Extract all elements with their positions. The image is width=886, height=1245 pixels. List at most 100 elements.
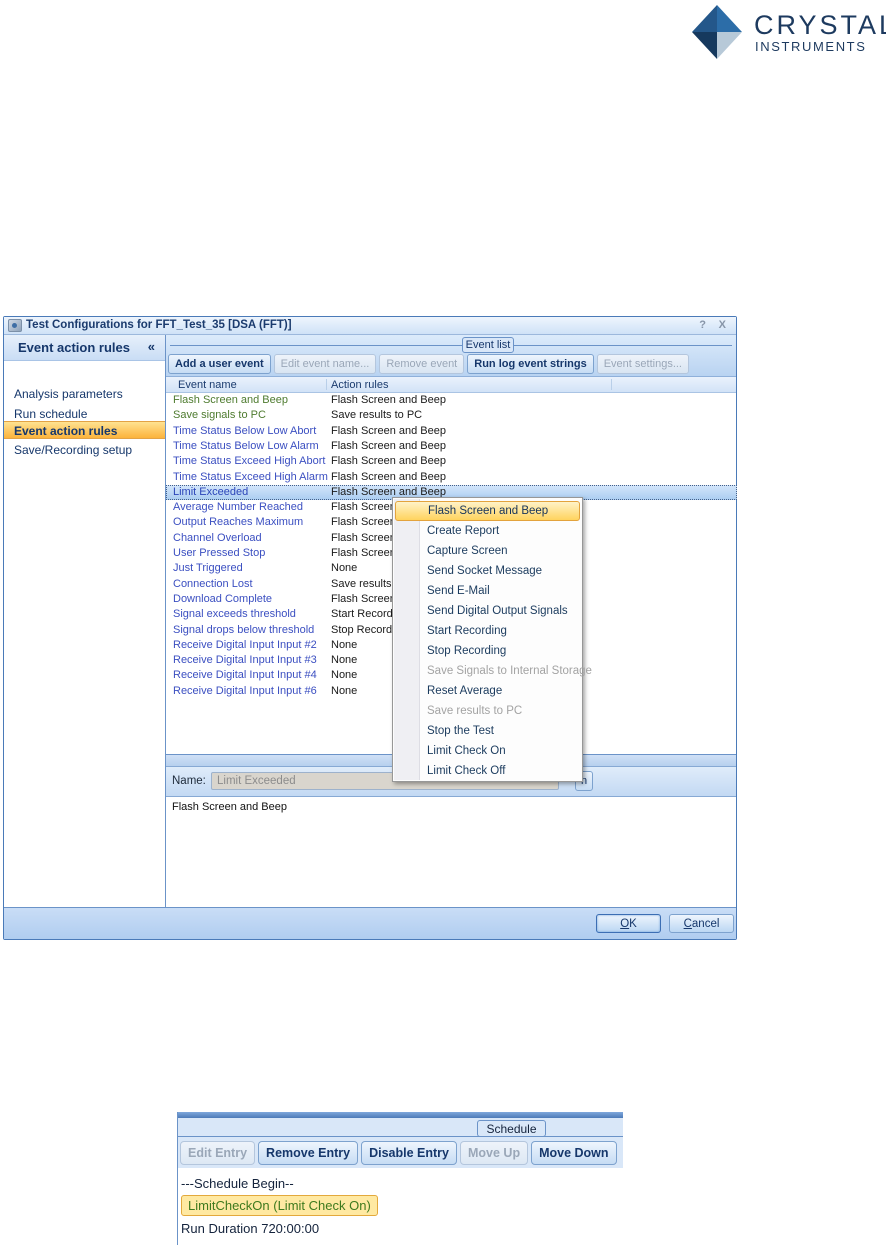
dialog-footer: OK Cancel bbox=[4, 907, 736, 939]
action-rule: Flash Screen and Beep bbox=[331, 424, 446, 437]
event-name: Receive Digital Input Input #4 bbox=[173, 669, 317, 682]
menu-item-limit-check-off[interactable]: Limit Check Off bbox=[395, 761, 580, 781]
column-event-name[interactable]: Event name bbox=[178, 379, 237, 391]
event-name: Flash Screen and Beep bbox=[173, 394, 288, 406]
event-name: Signal exceeds threshold bbox=[173, 608, 296, 621]
action-rule: Flash Screen and Beep bbox=[331, 455, 446, 468]
menu-item-limit-check-on[interactable]: Limit Check On bbox=[395, 741, 580, 761]
event-name: Output Reaches Maximum bbox=[173, 516, 304, 529]
event-name: Signal drops below threshold bbox=[173, 623, 315, 636]
run-log-event-strings-button[interactable]: Run log event strings bbox=[467, 354, 594, 374]
column-action-rules[interactable]: Action rules bbox=[331, 379, 388, 391]
collapse-chevron-icon[interactable]: « bbox=[148, 339, 155, 354]
action-rule: None bbox=[331, 562, 358, 575]
event-name: Average Number Reached bbox=[173, 501, 304, 514]
action-rule: None bbox=[331, 638, 358, 651]
event-name: Receive Digital Input Input #6 bbox=[173, 684, 317, 697]
move-up-button[interactable]: Move Up bbox=[460, 1141, 529, 1165]
event-name: Time Status Below Low Abort bbox=[173, 424, 317, 437]
add-a-user-event-button[interactable]: Add a user event bbox=[168, 354, 271, 374]
menu-item-flash-screen-and-beep[interactable]: Flash Screen and Beep bbox=[395, 501, 580, 521]
column-divider bbox=[611, 379, 612, 390]
event-row-flash-screen-and-beep[interactable]: Flash Screen and Beep Flash Screen and Be… bbox=[166, 393, 737, 408]
event-name: Channel Overload bbox=[173, 531, 262, 544]
event-name: Limit Exceeded bbox=[173, 485, 249, 498]
menu-item-send-socket-message[interactable]: Send Socket Message bbox=[395, 561, 580, 581]
schedule-panel: Schedule Edit Entry Remove Entry Disable E… bbox=[177, 1112, 623, 1245]
event-row-time-status-below-low-alarm[interactable]: Time Status Below Low Alarm Flash Screen … bbox=[166, 439, 737, 454]
menu-item-save-signals-to-internal-storage: Save Signals to Internal Storage bbox=[427, 665, 592, 677]
event-name: Time Status Exceed High Alarm bbox=[173, 470, 328, 483]
event-row-save-signals-to-pc[interactable]: Save signals to PC Save results to PC bbox=[166, 408, 737, 423]
action-rule: None bbox=[331, 654, 358, 667]
schedule-entry-run-duration-720-00-00[interactable]: Run Duration 720:00:00 bbox=[181, 1218, 623, 1239]
sidebar-item-save-recording-setup[interactable]: Save/Recording setup bbox=[4, 441, 165, 459]
close-button[interactable]: X bbox=[719, 319, 726, 331]
menu-item-capture-screen[interactable]: Capture Screen bbox=[395, 541, 580, 561]
event-list-group-label: Event list bbox=[462, 337, 514, 353]
brand-name: CRYSTAL bbox=[754, 10, 886, 40]
schedule-entry-schedule-begin[interactable]: ---Schedule Begin-- bbox=[181, 1173, 623, 1194]
event-name: User Pressed Stop bbox=[173, 547, 266, 559]
action-description-text: Flash Screen and Beep bbox=[172, 801, 287, 813]
dialog-titlebar[interactable]: Test Configurations for FFT_Test_35 [DSA… bbox=[4, 317, 736, 335]
action-rule: Save results to PC bbox=[331, 409, 423, 422]
sidebar-item-event-action-rules[interactable]: Event action rules bbox=[4, 421, 165, 439]
event-row-time-status-exceed-high-abort[interactable]: Time Status Exceed High Abort Flash Scree… bbox=[166, 454, 737, 469]
disable-entry-button[interactable]: Disable Entry bbox=[361, 1141, 457, 1165]
schedule-entry-limitcheckon-limit-check-on[interactable]: LimitCheckOn (Limit Check On) bbox=[181, 1195, 378, 1216]
crystal-instruments-logo: CRYSTAL INSTRUMENTS bbox=[688, 2, 886, 60]
sidebar-header-label: Event action rules bbox=[18, 340, 130, 355]
dialog-icon bbox=[8, 319, 22, 332]
menu-item-start-recording[interactable]: Start Recording bbox=[395, 621, 580, 641]
diamond-logo-icon bbox=[692, 5, 742, 59]
event-toolbar: Add a user event Edit event name... Remove… bbox=[168, 354, 689, 374]
schedule-group-label: Schedule bbox=[477, 1120, 546, 1137]
event-row-time-status-exceed-high-alarm[interactable]: Time Status Exceed High Alarm Flash Scree… bbox=[166, 470, 737, 485]
event-settings-button[interactable]: Event settings... bbox=[596, 354, 689, 374]
schedule-groupbox-line bbox=[178, 1136, 623, 1137]
test-configurations-dialog: Test Configurations for FFT_Test_35 [DSA… bbox=[3, 316, 737, 940]
schedule-toolbar: Edit Entry Remove Entry Disable Entry Move … bbox=[180, 1141, 617, 1165]
menu-item-stop-the-test[interactable]: Stop the Test bbox=[395, 721, 580, 741]
name-label: Name: bbox=[172, 775, 206, 787]
action-rule: Flash Screen and Beep bbox=[331, 439, 446, 452]
event-list-toolbar-area: Event list Add a user event Edit event na… bbox=[166, 335, 736, 377]
menu-item-send-e-mail[interactable]: Send E-Mail bbox=[395, 581, 580, 601]
edit-entry-button[interactable]: Edit Entry bbox=[180, 1141, 256, 1165]
action-context-menu: Flash Screen and Beep Create Report Captur… bbox=[392, 497, 592, 782]
cancel-button[interactable]: Cancel bbox=[669, 914, 734, 933]
event-row-time-status-below-low-abort[interactable]: Time Status Below Low Abort Flash Screen … bbox=[166, 424, 737, 439]
action-rule: Flash Screen and Beep bbox=[331, 470, 446, 483]
sidebar-item-analysis-parameters[interactable]: Analysis parameters bbox=[4, 385, 165, 403]
menu-item-stop-recording[interactable]: Stop Recording bbox=[395, 641, 580, 661]
column-divider bbox=[326, 379, 327, 390]
event-name: Time Status Exceed High Abort bbox=[173, 455, 326, 468]
event-name: Download Complete bbox=[173, 592, 273, 605]
remove-entry-button[interactable]: Remove Entry bbox=[258, 1141, 359, 1165]
event-name: Receive Digital Input Input #2 bbox=[173, 638, 317, 651]
menu-item-send-digital-output-signals[interactable]: Send Digital Output Signals bbox=[395, 601, 580, 621]
menu-item-save-results-to-pc: Save results to PC bbox=[427, 705, 523, 717]
edit-event-name-button[interactable]: Edit event name... bbox=[273, 354, 377, 374]
action-description-area[interactable]: Flash Screen and Beep bbox=[166, 796, 736, 907]
groupbox-line bbox=[170, 345, 732, 346]
schedule-header-area: Schedule Edit Entry Remove Entry Disable E… bbox=[178, 1118, 623, 1168]
event-name: Receive Digital Input Input #3 bbox=[173, 654, 317, 667]
event-name: Save signals to PC bbox=[173, 409, 266, 422]
event-name: Connection Lost bbox=[173, 577, 253, 590]
menu-item-reset-average[interactable]: Reset Average bbox=[395, 681, 580, 701]
ok-button[interactable]: OK bbox=[596, 914, 661, 933]
event-name: Time Status Below Low Alarm bbox=[173, 439, 319, 452]
action-rule: None bbox=[331, 669, 358, 682]
document-page: { "logo": {"line1": "CRYSTAL", "line2": … bbox=[0, 0, 886, 1245]
menu-item-create-report[interactable]: Create Report bbox=[395, 521, 580, 541]
event-name: Just Triggered bbox=[173, 562, 243, 575]
schedule-entry-list: ---Schedule Begin-- LimitCheckOn (Limit C… bbox=[178, 1168, 623, 1245]
sidebar: Event action rules « Analysis parameters… bbox=[4, 335, 166, 907]
action-rule: Flash Screen and Beep bbox=[331, 394, 446, 406]
action-rule: None bbox=[331, 684, 358, 697]
move-down-button[interactable]: Move Down bbox=[531, 1141, 617, 1165]
help-button[interactable]: ? bbox=[699, 319, 706, 331]
remove-event-button[interactable]: Remove event bbox=[379, 354, 465, 374]
